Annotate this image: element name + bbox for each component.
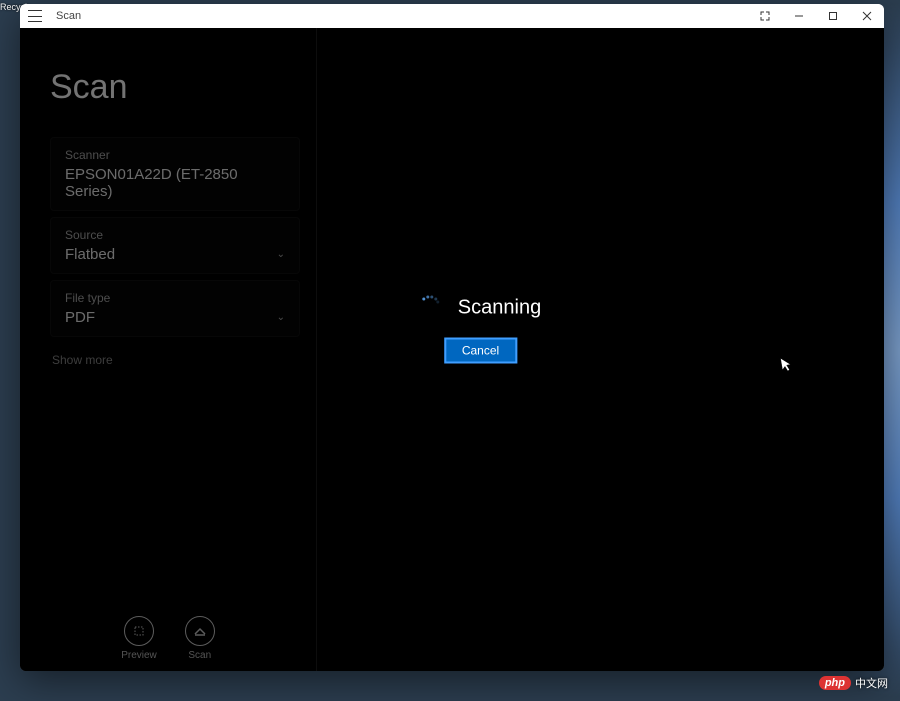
window-title: Scan [56, 10, 748, 22]
window-controls [748, 4, 884, 28]
fullscreen-button[interactable] [748, 4, 782, 28]
close-icon [862, 11, 872, 21]
minimize-button[interactable] [782, 4, 816, 28]
filetype-value: PDF [65, 309, 95, 326]
spinner-icon [420, 298, 440, 318]
page-title: Scan [50, 68, 300, 107]
source-value: Flatbed [65, 246, 115, 263]
app-body: Scan Scanner EPSON01A22D (ET-2850 Series… [20, 28, 884, 671]
expand-icon [760, 11, 770, 21]
chevron-down-icon: ⌄ [277, 312, 285, 323]
show-more-link[interactable]: Show more [50, 353, 300, 367]
maximize-button[interactable] [816, 4, 850, 28]
modal-dimmer [20, 28, 316, 671]
watermark-badge: php [819, 676, 851, 690]
preview-area: Scanning Cancel [317, 28, 884, 671]
maximize-icon [828, 11, 838, 21]
filetype-dropdown[interactable]: File type PDF ⌄ [50, 280, 300, 337]
scanner-field[interactable]: Scanner EPSON01A22D (ET-2850 Series) [50, 137, 300, 211]
scanner-label: Scanner [65, 148, 285, 162]
close-button[interactable] [850, 4, 884, 28]
preview-icon [124, 616, 154, 646]
source-dropdown[interactable]: Source Flatbed ⌄ [50, 217, 300, 274]
scanning-dialog: Scanning Cancel [420, 296, 541, 363]
scanning-status-text: Scanning [458, 296, 541, 319]
watermark-text: 中文网 [855, 675, 888, 691]
scanner-value: EPSON01A22D (ET-2850 Series) [65, 166, 285, 200]
hamburger-menu-icon[interactable] [28, 10, 42, 22]
source-label: Source [65, 228, 285, 242]
titlebar[interactable]: Scan [20, 4, 884, 28]
scan-app-window: Scan Scan Scanner EPSON01A22D [20, 4, 884, 671]
preview-label: Preview [121, 650, 157, 661]
scan-button[interactable]: Scan [185, 616, 215, 661]
cancel-button[interactable]: Cancel [444, 337, 517, 363]
minimize-icon [794, 11, 804, 21]
filetype-label: File type [65, 291, 285, 305]
scan-label: Scan [188, 650, 211, 661]
scan-icon [185, 616, 215, 646]
chevron-down-icon: ⌄ [277, 249, 285, 260]
watermark: php 中文网 [819, 675, 888, 691]
settings-sidebar: Scan Scanner EPSON01A22D (ET-2850 Series… [20, 28, 317, 671]
sidebar-footer: Preview Scan [20, 616, 316, 661]
preview-button[interactable]: Preview [121, 616, 157, 661]
